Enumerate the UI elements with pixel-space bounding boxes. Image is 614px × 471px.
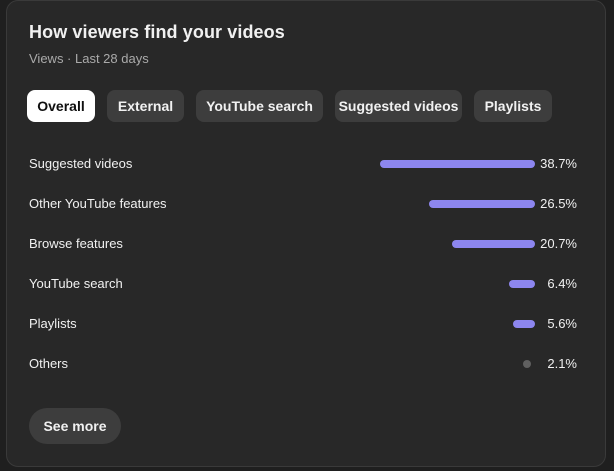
- source-share-bar: [452, 240, 535, 248]
- card-title: How viewers find your videos: [29, 22, 285, 42]
- source-row-youtube-search: YouTube search 6.4%: [29, 265, 577, 305]
- tab-playlists[interactable]: Playlists: [474, 90, 552, 122]
- source-share-bar: [512, 320, 535, 328]
- source-percentage: 26.5%: [540, 196, 577, 211]
- card-subtitle: Views · Last 28 days: [29, 51, 149, 66]
- tab-overall[interactable]: Overall: [27, 90, 95, 122]
- traffic-source-card: How viewers find your videos Views · Las…: [6, 0, 606, 467]
- source-percentage: 6.4%: [547, 276, 577, 291]
- source-share-bar: [509, 280, 535, 288]
- source-share-bar: [429, 200, 535, 208]
- source-label: Suggested videos: [29, 156, 133, 171]
- source-label: Other YouTube features: [29, 196, 167, 211]
- tab-youtube-search[interactable]: YouTube search: [196, 90, 323, 122]
- source-percentage: 38.7%: [540, 156, 577, 171]
- source-percentage: 20.7%: [540, 236, 577, 251]
- source-share-dot: [523, 360, 531, 368]
- source-label: Browse features: [29, 236, 123, 251]
- source-label: Others: [29, 356, 69, 371]
- tab-external[interactable]: External: [107, 90, 184, 122]
- see-more-button[interactable]: See more: [29, 408, 121, 444]
- source-label: Playlists: [29, 316, 77, 331]
- source-label: YouTube search: [29, 276, 123, 291]
- tab-suggested-videos[interactable]: Suggested videos: [335, 90, 462, 122]
- source-row-suggested-videos: Suggested videos 38.7%: [29, 145, 577, 185]
- source-percentage: 5.6%: [547, 316, 577, 331]
- source-percentage: 2.1%: [547, 356, 577, 371]
- source-row-other-youtube-features: Other YouTube features 26.5%: [29, 185, 577, 225]
- source-row-browse-features: Browse features 20.7%: [29, 225, 577, 265]
- source-row-others: Others 2.1%: [29, 345, 577, 385]
- source-row-playlists: Playlists 5.6%: [29, 305, 577, 345]
- source-share-bar: [380, 160, 535, 168]
